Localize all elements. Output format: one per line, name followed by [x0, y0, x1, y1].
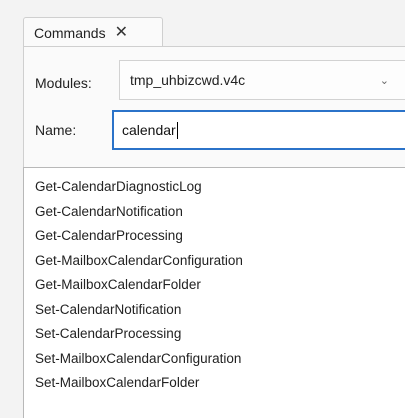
tab-strip: Commands ✕	[0, 0, 405, 47]
list-item[interactable]: Get-MailboxCalendarFolder	[35, 273, 201, 297]
modules-label: Modules:	[35, 75, 92, 91]
tab-commands-label: Commands	[34, 24, 106, 41]
commands-window: Commands ✕ Modules: tmp_uhbizcwd.v4c ⌄ N…	[0, 0, 405, 418]
close-icon[interactable]: ✕	[115, 24, 128, 41]
list-item[interactable]: Set-MailboxCalendarFolder	[35, 371, 199, 395]
modules-selected-value: tmp_uhbizcwd.v4c	[130, 72, 246, 88]
list-item[interactable]: Set-CalendarNotification	[35, 298, 181, 322]
tab-commands[interactable]: Commands ✕	[23, 17, 163, 47]
name-label: Name:	[35, 122, 77, 138]
modules-dropdown[interactable]: tmp_uhbizcwd.v4c ⌄	[119, 60, 405, 100]
chevron-down-icon[interactable]: ⌄	[380, 74, 389, 87]
list-item[interactable]: Get-CalendarDiagnosticLog	[35, 175, 202, 199]
name-search-input[interactable]: calendar	[112, 110, 405, 150]
list-item[interactable]: Set-MailboxCalendarConfiguration	[35, 347, 241, 371]
text-caret	[176, 121, 178, 139]
name-input-value: calendar	[122, 122, 176, 138]
list-item[interactable]: Get-MailboxCalendarConfiguration	[35, 249, 243, 273]
list-item[interactable]: Get-CalendarNotification	[35, 200, 183, 224]
list-item[interactable]: Set-CalendarProcessing	[35, 322, 181, 346]
command-list[interactable]: Get-CalendarDiagnosticLog Get-CalendarNot…	[23, 167, 405, 418]
list-item[interactable]: Get-CalendarProcessing	[35, 224, 183, 248]
